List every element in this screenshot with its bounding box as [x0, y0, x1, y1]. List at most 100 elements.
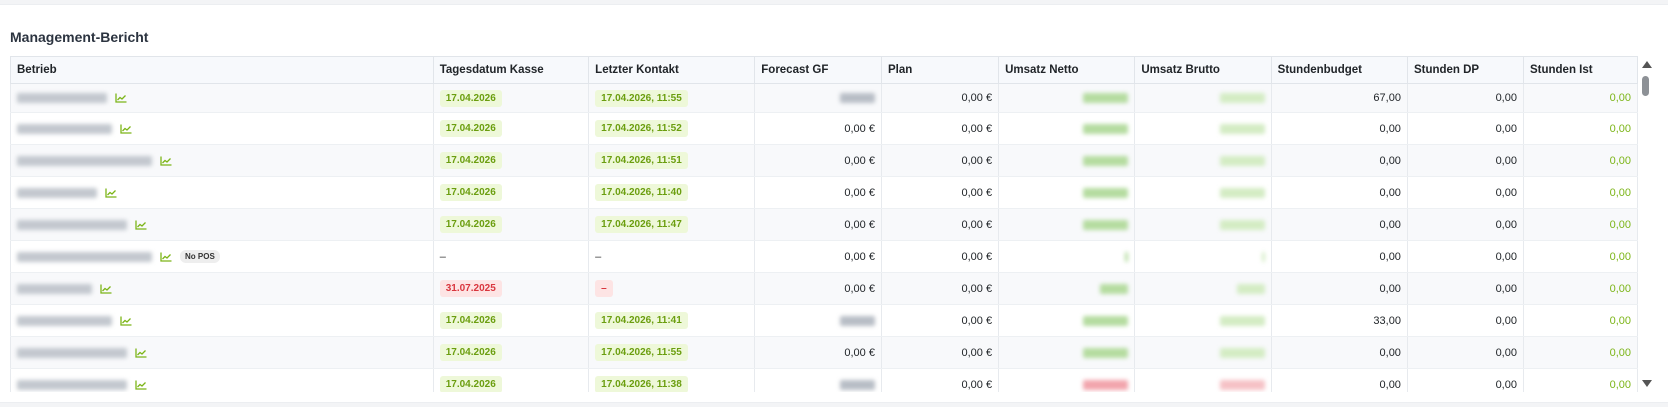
cell-betrieb: [10, 208, 434, 241]
redacted-business-name[interactable]: [17, 93, 107, 104]
cell-kontakt: 17.04.2026, 11:52: [588, 112, 756, 145]
cell-umsatz-brutto: [1134, 83, 1272, 113]
cell-kontakt: 17.04.2026, 11:41: [588, 304, 756, 337]
cell-umsatz-netto: [998, 336, 1136, 369]
chart-line-icon[interactable]: [135, 380, 147, 390]
chart-line-icon[interactable]: [135, 220, 147, 230]
table-row[interactable]: 17.04.2026 17.04.2026, 11:51 0,00 €0,00 € 0…: [10, 144, 1638, 177]
status-badge: 31.07.2025: [439, 280, 502, 297]
chart-line-icon[interactable]: [105, 188, 117, 198]
column-header-betrieb[interactable]: Betrieb: [10, 56, 434, 84]
chart-line-icon[interactable]: [120, 124, 132, 134]
cell-plan: 0,00 €: [880, 240, 1000, 273]
column-header-forecast[interactable]: Forecast GF: [754, 56, 882, 84]
redacted-business-name[interactable]: [17, 315, 112, 326]
table-row[interactable]: 17.04.2026 17.04.2026, 11:41 0,00 €33,00 0,…: [10, 304, 1638, 337]
redacted-umsatz-netto: [1083, 315, 1129, 326]
report-table-container[interactable]: Betrieb Tagesdatum Kasse Letzter Kontakt…: [10, 56, 1638, 392]
chart-line-icon[interactable]: [120, 316, 132, 326]
status-badge: 17.04.2026: [439, 89, 502, 107]
chart-line-icon[interactable]: [115, 93, 127, 103]
cell-umsatz-netto: [998, 304, 1136, 337]
table-row[interactable]: 17.04.2026 17.04.2026, 11:52 0,00 €0,00 € 0…: [10, 112, 1638, 145]
cell-stunden-ist: 0,00: [1522, 368, 1638, 392]
table-row[interactable]: 17.04.2026 17.04.2026, 11:38 0,00 €0,00 0,0…: [10, 368, 1638, 392]
table-row[interactable]: 17.04.2026 17.04.2026, 11:55 0,00 €67,00 0,…: [10, 83, 1638, 113]
cell-kontakt: –: [588, 240, 756, 273]
cell-umsatz-brutto: [1134, 240, 1272, 273]
arrow-down-icon[interactable]: [1642, 380, 1652, 387]
redacted-business-name[interactable]: [17, 347, 127, 358]
cell-plan: 0,00 €: [880, 368, 1000, 392]
redacted-business-name[interactable]: [17, 219, 127, 230]
status-badge: 17.04.2026: [439, 152, 502, 169]
redacted-business-name[interactable]: [17, 251, 152, 262]
column-header-tagesdatum[interactable]: Tagesdatum Kasse: [432, 56, 590, 84]
cell-plan: 0,00 €: [880, 336, 1000, 369]
cell-stundenbudget: 0,00: [1270, 240, 1408, 273]
cell-tagesdatum: 17.04.2026: [432, 304, 590, 337]
cell-stundenbudget: 0,00: [1270, 144, 1408, 177]
redacted-business-name[interactable]: [17, 379, 127, 390]
column-header-kontakt[interactable]: Letzter Kontakt: [588, 56, 756, 84]
scroll-thumb[interactable]: [1642, 76, 1649, 96]
cell-plan: 0,00 €: [880, 304, 1000, 337]
column-header-brutto[interactable]: Umsatz Brutto: [1134, 56, 1272, 84]
cell-stunden-dp: 0,00: [1406, 240, 1524, 273]
cell-forecast: 0,00 €: [754, 112, 882, 145]
cell-stundenbudget: 33,00: [1270, 304, 1408, 337]
cell-tagesdatum: 17.04.2026: [432, 83, 590, 113]
cell-forecast: 0,00 €: [754, 208, 882, 241]
redacted-business-name[interactable]: [17, 283, 92, 294]
redacted-business-name[interactable]: [17, 187, 97, 198]
cell-plan: 0,00 €: [880, 112, 1000, 145]
redacted-umsatz-netto: [1083, 347, 1129, 358]
column-header-dp[interactable]: Stunden DP: [1406, 56, 1524, 84]
cell-stundenbudget: 0,00: [1270, 272, 1408, 305]
cell-stundenbudget: 0,00: [1270, 176, 1408, 209]
cell-tagesdatum: 31.07.2025: [432, 272, 590, 305]
column-header-plan[interactable]: Plan: [880, 56, 1000, 84]
arrow-up-icon[interactable]: [1642, 61, 1652, 68]
cell-betrieb: [10, 112, 434, 145]
table-row[interactable]: No POS – –0,00 €0,00 €0,00 0,00 0,00: [10, 240, 1638, 273]
cell-umsatz-netto: [998, 240, 1136, 273]
cell-kontakt: 17.04.2026, 11:40: [588, 176, 756, 209]
table-row[interactable]: 17.04.2026 17.04.2026, 11:47 0,00 €0,00 € 0…: [10, 208, 1638, 241]
cell-stundenbudget: 0,00: [1270, 112, 1408, 145]
cell-umsatz-netto: [998, 208, 1136, 241]
cell-betrieb: [10, 272, 434, 305]
cell-umsatz-brutto: [1134, 304, 1272, 337]
chart-line-icon[interactable]: [160, 156, 172, 166]
cell-umsatz-netto: [998, 83, 1136, 113]
status-badge: 17.04.2026, 11:55: [595, 344, 688, 361]
table-header-row: Betrieb Tagesdatum Kasse Letzter Kontakt…: [10, 56, 1638, 84]
vertical-scrollbar[interactable]: [1640, 56, 1654, 392]
redacted-umsatz-brutto: [1219, 315, 1265, 326]
redacted-umsatz-brutto: [1219, 123, 1265, 134]
status-badge: 17.04.2026: [439, 344, 502, 361]
table-row[interactable]: 31.07.2025–0,00 €0,00 €0,00 0,00 0,00: [10, 272, 1638, 305]
cell-forecast: [754, 304, 882, 337]
chart-line-icon[interactable]: [160, 252, 172, 262]
cell-forecast: 0,00 €: [754, 336, 882, 369]
redacted-business-name[interactable]: [17, 155, 152, 166]
cell-stundenbudget: 0,00: [1270, 368, 1408, 392]
column-header-ist[interactable]: Stunden Ist: [1522, 56, 1638, 84]
cell-stunden-ist: 0,00: [1522, 240, 1638, 273]
status-badge: 17.04.2026, 11:47: [595, 216, 688, 233]
redacted-forecast: [839, 315, 875, 326]
cell-kontakt: 17.04.2026, 11:47: [588, 208, 756, 241]
cell-stunden-dp: 0,00: [1406, 208, 1524, 241]
column-header-budget[interactable]: Stundenbudget: [1270, 56, 1408, 84]
chart-line-icon[interactable]: [100, 284, 112, 294]
cell-stunden-dp: 0,00: [1406, 176, 1524, 209]
table-row[interactable]: 17.04.2026 17.04.2026, 11:40 0,00 €0,00 € 0…: [10, 176, 1638, 209]
column-header-netto[interactable]: Umsatz Netto: [998, 56, 1136, 84]
chart-line-icon[interactable]: [135, 348, 147, 358]
management-table: Betrieb Tagesdatum Kasse Letzter Kontakt…: [10, 56, 1638, 392]
cell-tagesdatum: 17.04.2026: [432, 176, 590, 209]
cell-kontakt: 17.04.2026, 11:38: [588, 368, 756, 392]
table-row[interactable]: 17.04.2026 17.04.2026, 11:55 0,00 €0,00 € 0…: [10, 336, 1638, 369]
redacted-business-name[interactable]: [17, 123, 112, 134]
